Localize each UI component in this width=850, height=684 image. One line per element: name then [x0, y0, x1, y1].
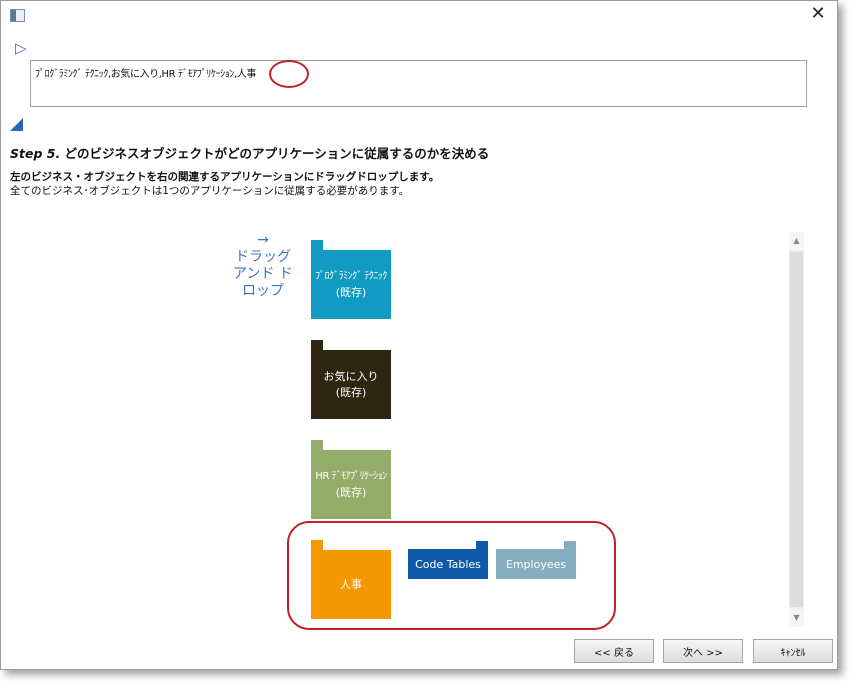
application-name: お気に入り — [323, 369, 379, 383]
scroll-up-icon[interactable]: ▲ — [789, 232, 804, 250]
application-name: HR ﾃﾞﾓｱﾌﾟﾘｹｰｼｮﾝ — [315, 470, 387, 482]
application-folder-programming[interactable]: ﾌﾟﾛｸﾞﾗﾐﾝｸﾞ ﾃｸﾆｯｸ (既存) — [311, 240, 391, 319]
highlight-frame — [287, 521, 616, 630]
app-icon — [10, 9, 25, 22]
application-name: ﾌﾟﾛｸﾞﾗﾐﾝｸﾞ ﾃｸﾆｯｸ — [315, 270, 387, 282]
drag-drop-hint: → ドラッグ アンド ドロップ — [227, 232, 299, 300]
application-status: (既存) — [335, 485, 367, 499]
arrow-right-icon: → — [257, 232, 269, 248]
collapse-triangle-icon[interactable] — [10, 118, 23, 131]
cancel-button[interactable]: ｷｬﾝｾﾙ — [753, 639, 833, 663]
next-button[interactable]: 次へ >> — [663, 639, 743, 663]
instruction-secondary: 全てのビジネス･オブジェクトは1つのアプリケーションに従属する必要があります。 — [10, 185, 410, 197]
application-status: (既存) — [335, 385, 367, 399]
wizard-window: ✕ ▷ ﾌﾟﾛｸﾞﾗﾐﾝｸﾞ ﾃｸﾆｯｸ,お気に入り,HR ﾃﾞﾓｱﾌﾟﾘｹｰｼ… — [0, 0, 838, 670]
scroll-down-icon[interactable]: ▼ — [789, 609, 804, 627]
back-button[interactable]: << 戻る — [574, 639, 654, 663]
drag-drop-hint-text: ドラッグ アンド ドロップ — [233, 249, 293, 299]
application-folder-hr-demo[interactable]: HR ﾃﾞﾓｱﾌﾟﾘｹｰｼｮﾝ (既存) — [311, 440, 391, 519]
step-number: Step 5. — [10, 146, 61, 161]
step-title: Step 5. どのビジネスオブジェクトがどのアプリケーションに従属するのかを決… — [10, 143, 489, 162]
application-status: (既存) — [335, 285, 367, 299]
instruction-primary: 左のビジネス・オブジェクトを右の関連するアプリケーションにドラッグドロップします… — [10, 171, 440, 183]
vertical-scrollbar[interactable]: ▲ ▼ — [789, 232, 804, 627]
highlight-oval — [269, 60, 309, 88]
scroll-thumb[interactable] — [790, 252, 803, 607]
step-title-text: どのビジネスオブジェクトがどのアプリケーションに従属するのかを決める — [60, 146, 490, 161]
path-field[interactable]: ﾌﾟﾛｸﾞﾗﾐﾝｸﾞ ﾃｸﾆｯｸ,お気に入り,HR ﾃﾞﾓｱﾌﾟﾘｹｰｼｮﾝ,人… — [30, 60, 807, 107]
close-icon[interactable]: ✕ — [809, 5, 827, 23]
play-icon[interactable]: ▷ — [15, 39, 27, 57]
application-folder-favorites[interactable]: お気に入り (既存) — [311, 340, 391, 419]
path-value: ﾌﾟﾛｸﾞﾗﾐﾝｸﾞ ﾃｸﾆｯｸ,お気に入り,HR ﾃﾞﾓｱﾌﾟﾘｹｰｼｮﾝ,人… — [35, 69, 256, 80]
